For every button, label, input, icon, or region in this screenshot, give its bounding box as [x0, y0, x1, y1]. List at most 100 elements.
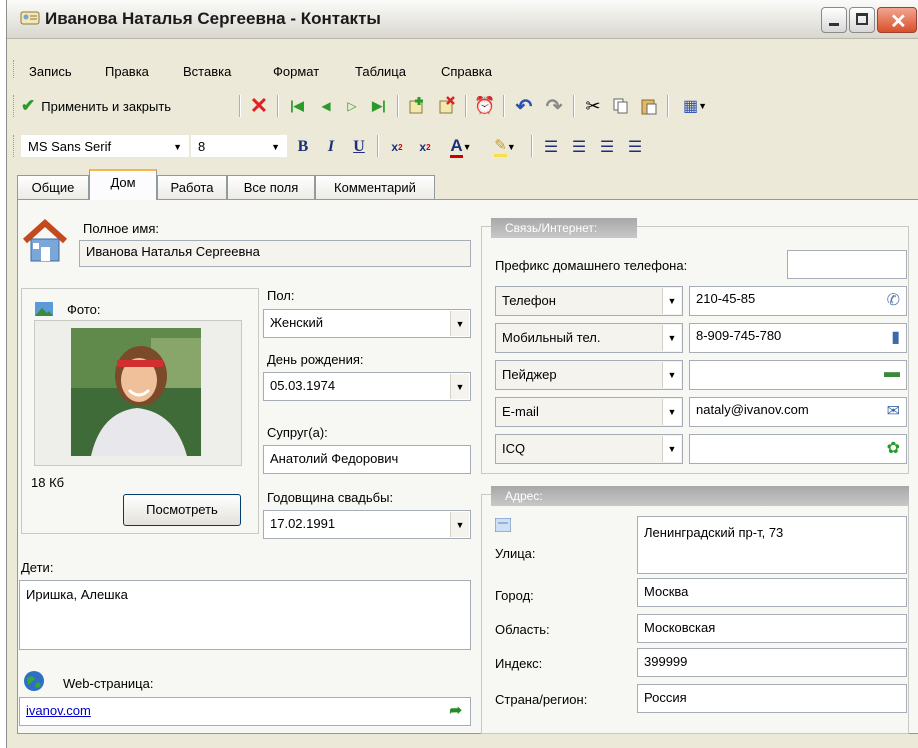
- spouse-field[interactable]: Анатолий Федорович: [263, 445, 471, 474]
- tab-home[interactable]: Дом: [89, 169, 157, 200]
- zip-label: Индекс:: [495, 656, 543, 671]
- contact-value-field[interactable]: ▬: [689, 360, 907, 390]
- align-right-icon[interactable]: ☰: [595, 135, 619, 159]
- city-field[interactable]: Москва: [637, 578, 907, 607]
- insert-table-icon[interactable]: ▦ ▼: [675, 94, 715, 118]
- chevron-down-icon[interactable]: ▼: [450, 374, 469, 399]
- mobile-phone-icon[interactable]: ▮: [891, 327, 900, 347]
- font-color-icon[interactable]: A ▼: [441, 135, 481, 159]
- home-prefix-field[interactable]: [787, 250, 907, 279]
- copy-icon[interactable]: [609, 94, 633, 118]
- new-record-icon[interactable]: [405, 94, 429, 118]
- anniversary-label: Годовщина свадьбы:: [267, 490, 394, 505]
- menu-table[interactable]: Таблица: [355, 64, 406, 79]
- save-close-button[interactable]: ✔ Применить и закрыть: [21, 94, 235, 118]
- photo-size: 18 Кб: [31, 475, 65, 490]
- chevron-down-icon[interactable]: ▼: [450, 512, 469, 537]
- address-card-icon: [495, 518, 511, 532]
- envelope-icon[interactable]: ✉: [887, 401, 900, 421]
- minimize-button[interactable]: [821, 7, 847, 33]
- view-photo-button[interactable]: Посмотреть: [123, 494, 241, 526]
- house-icon: [22, 218, 68, 262]
- full-name-label: Полное имя:: [83, 221, 159, 236]
- font-name-select[interactable]: MS Sans Serif ▼: [21, 135, 189, 157]
- contact-window: Иванова Наталья Сергеевна - Контакты ✕ З…: [6, 0, 918, 748]
- paste-icon[interactable]: [637, 94, 661, 118]
- last-record-icon[interactable]: ▶|: [367, 94, 391, 118]
- menu-bar: Запись Правка Вставка Формат Таблица Спр…: [7, 56, 918, 80]
- contact-value-field[interactable]: ✿: [689, 434, 907, 464]
- next-record-icon[interactable]: ▷: [341, 94, 363, 118]
- tab-general[interactable]: Общие: [17, 175, 89, 199]
- birthday-label: День рождения:: [267, 352, 364, 367]
- contact-type-select[interactable]: Телефон ▼: [495, 286, 683, 316]
- contact-photo[interactable]: [71, 328, 201, 456]
- highlight-icon[interactable]: ✎ ▼: [485, 135, 525, 159]
- country-field[interactable]: Россия: [637, 684, 907, 713]
- subscript-icon[interactable]: x2: [413, 135, 437, 159]
- chevron-down-icon[interactable]: ▼: [662, 325, 681, 351]
- gender-select[interactable]: Женский ▼: [263, 309, 471, 338]
- chevron-down-icon[interactable]: ▼: [662, 288, 681, 314]
- close-button[interactable]: ✕: [877, 7, 917, 33]
- globe-icon: [24, 671, 44, 691]
- city-label: Город:: [495, 588, 534, 603]
- contact-value-field[interactable]: nataly@ivanov.com ✉: [689, 397, 907, 427]
- menu-edit[interactable]: Правка: [105, 64, 149, 79]
- full-name-field[interactable]: Иванова Наталья Сергеевна: [79, 240, 471, 267]
- icq-flower-icon[interactable]: ✿: [887, 438, 900, 458]
- italic-icon[interactable]: I: [319, 135, 343, 159]
- chevron-down-icon[interactable]: ▼: [662, 399, 681, 425]
- contact-card-icon: [20, 11, 40, 25]
- close-icon: ✕: [890, 11, 907, 33]
- delete-icon[interactable]: ✕: [247, 93, 271, 118]
- go-arrow-icon[interactable]: ➦: [449, 701, 462, 719]
- menu-format[interactable]: Формат: [273, 64, 319, 79]
- delete-record-icon[interactable]: [435, 94, 459, 118]
- menu-help[interactable]: Справка: [441, 64, 492, 79]
- contact-type-select[interactable]: Мобильный тел. ▼: [495, 323, 683, 353]
- contact-type-select[interactable]: E-mail ▼: [495, 397, 683, 427]
- tab-all-fields[interactable]: Все поля: [227, 175, 315, 199]
- bold-icon[interactable]: B: [291, 135, 315, 159]
- tab-work[interactable]: Работа: [157, 175, 227, 199]
- phone-handset-icon[interactable]: ✆: [887, 290, 900, 310]
- web-page-link[interactable]: ivanov.com: [26, 703, 91, 718]
- menu-insert[interactable]: Вставка: [183, 64, 231, 79]
- align-center-icon[interactable]: ☰: [567, 135, 591, 159]
- underline-icon[interactable]: U: [347, 135, 371, 159]
- chevron-down-icon[interactable]: ▼: [662, 436, 681, 462]
- font-size-select[interactable]: 8 ▼: [191, 135, 287, 157]
- anniversary-date-picker[interactable]: 17.02.1991 ▼: [263, 510, 471, 539]
- web-page-field[interactable]: ivanov.com ➦: [19, 697, 471, 726]
- align-justify-icon[interactable]: ☰: [623, 135, 647, 159]
- redo-icon[interactable]: ↷: [541, 94, 567, 118]
- first-record-icon[interactable]: |◀: [285, 94, 309, 118]
- title-bar[interactable]: Иванова Наталья Сергеевна - Контакты ✕: [7, 0, 918, 39]
- menu-record[interactable]: Запись: [29, 64, 72, 79]
- street-field[interactable]: Ленинградский пр-т, 73: [637, 516, 907, 574]
- superscript-icon[interactable]: x2: [385, 135, 409, 159]
- children-label: Дети:: [21, 560, 54, 575]
- chevron-down-icon[interactable]: ▼: [662, 362, 681, 388]
- contact-type-select[interactable]: ICQ ▼: [495, 434, 683, 464]
- align-left-icon[interactable]: ☰: [539, 135, 563, 159]
- reminder-clock-icon[interactable]: ⏰: [473, 94, 497, 118]
- undo-icon[interactable]: ↶: [511, 94, 537, 118]
- street-label: Улица:: [495, 546, 536, 561]
- zip-field[interactable]: 399999: [637, 648, 907, 677]
- contact-type-select[interactable]: Пейджер ▼: [495, 360, 683, 390]
- chevron-down-icon[interactable]: ▼: [450, 311, 469, 336]
- birthday-date-picker[interactable]: 05.03.1974 ▼: [263, 372, 471, 401]
- contact-value-field[interactable]: 8-909-745-780 ▮: [689, 323, 907, 353]
- cut-icon[interactable]: ✂: [581, 94, 605, 118]
- maximize-button[interactable]: [849, 7, 875, 33]
- web-page-label: Web-страница:: [63, 676, 154, 691]
- region-field[interactable]: Московская: [637, 614, 907, 643]
- home-prefix-label: Префикс домашнего телефона:: [495, 258, 688, 273]
- contact-value-field[interactable]: 210-45-85 ✆: [689, 286, 907, 316]
- children-field[interactable]: Иришка, Алешка: [19, 580, 471, 650]
- previous-record-icon[interactable]: ◀: [315, 94, 337, 118]
- tab-comment[interactable]: Комментарий: [315, 175, 435, 199]
- pager-icon[interactable]: ▬: [884, 364, 900, 382]
